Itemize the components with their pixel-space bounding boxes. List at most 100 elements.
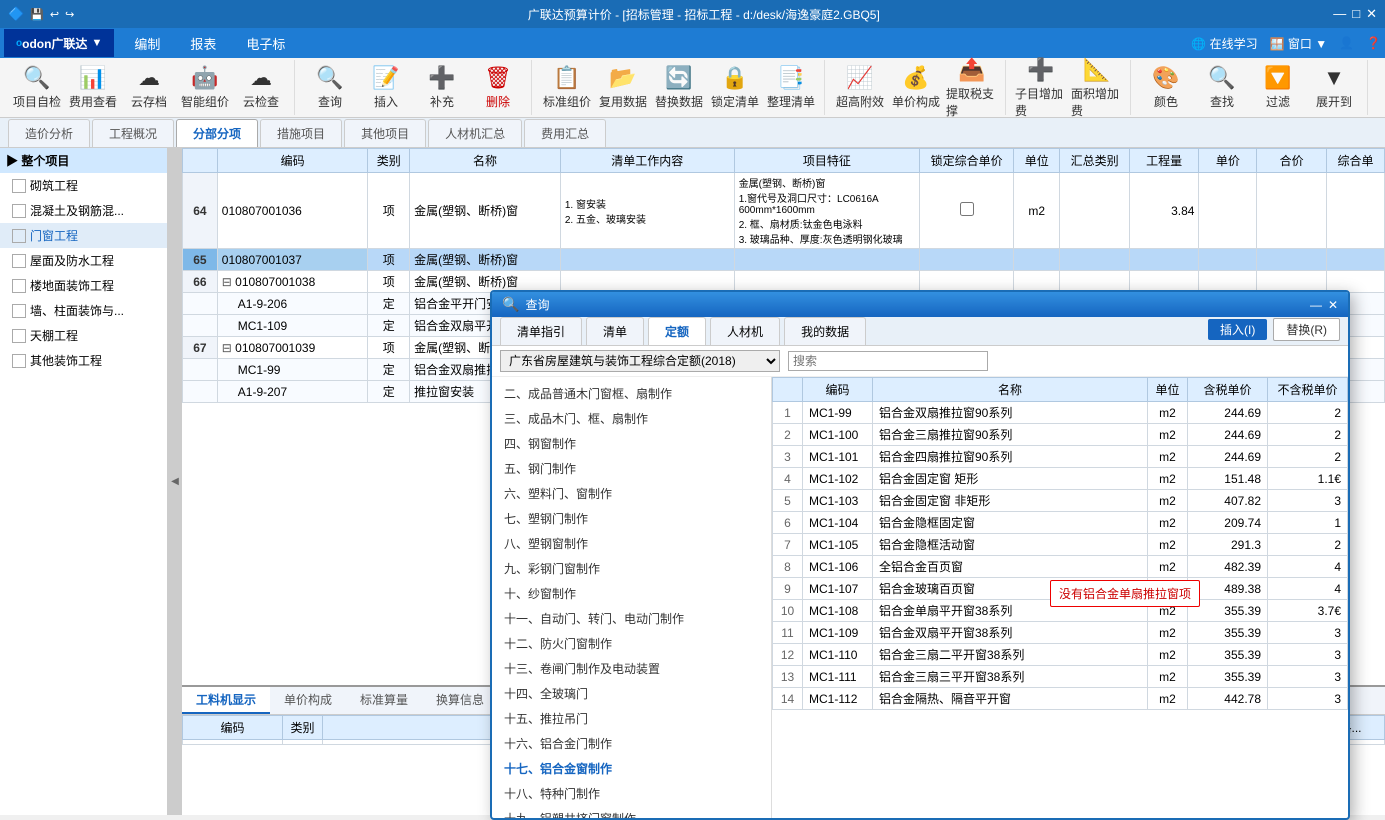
dialog-row-code: MC1-112 (803, 688, 873, 710)
dialog-row-no: 3 (773, 446, 803, 468)
dialog-row-no: 10 (773, 600, 803, 622)
dialog-row-code: MC1-109 (803, 622, 873, 644)
dialog-left-item[interactable]: 十六、铝合金门制作 (492, 731, 771, 756)
dialog-close-btn[interactable]: ✕ (1328, 298, 1338, 312)
dialog-row-name: 铝合金三扇三平开窗38系列 (873, 666, 1148, 688)
dialog-row-name: 铝合金双扇推拉窗90系列 (873, 402, 1148, 424)
dialog-table-row[interactable]: 8 MC1-106 全铝合金百页窗 m2 482.39 4 (773, 556, 1348, 578)
dialog-row-code: MC1-103 (803, 490, 873, 512)
dialog-row-name: 铝合金四扇推拉窗90系列 (873, 446, 1148, 468)
dialog-row-tax-price: 407.82 (1188, 490, 1268, 512)
dialog-left-item[interactable]: 十九、铝塑共挤门窗制作 (492, 806, 771, 818)
dialog-left-item[interactable]: 九、彩钢门窗制作 (492, 556, 771, 581)
dialog-row-tax-price: 244.69 (1188, 446, 1268, 468)
dialog-tab-materials[interactable]: 人材机 (710, 317, 780, 345)
dialog-row-no: 4 (773, 468, 803, 490)
dialog-search-toolbar: 广东省房屋建筑与装饰工程综合定额(2018) (492, 346, 1348, 377)
dialog-row-no: 7 (773, 534, 803, 556)
dialog-row-no: 14 (773, 688, 803, 710)
dialog-row-tax-price: 151.48 (1188, 468, 1268, 490)
dialog-left-item[interactable]: 十三、卷闸门制作及电动装置 (492, 656, 771, 681)
dialog-row-no: 8 (773, 556, 803, 578)
dialog-quota-table: 编码 名称 单位 含税单价 不含税单价 1 MC1-99 铝合金双扇推拉窗90系… (772, 377, 1348, 710)
dialog-tab-quota[interactable]: 定额 (648, 317, 706, 345)
dialog-left-item[interactable]: 十二、防火门窗制作 (492, 631, 771, 656)
dialog-overlay: 🔍 查询 — ✕ 清单指引 清单 定额 人材机 我的数据 插入(I) 替换(R)… (0, 0, 1385, 815)
dialog-quota-select[interactable]: 广东省房屋建筑与装饰工程综合定额(2018) (500, 350, 780, 372)
dialog-left-item[interactable]: 二、成品普通木门窗框、扇制作 (492, 381, 771, 406)
dialog-left-item[interactable]: 十四、全玻璃门 (492, 681, 771, 706)
dialog-row-no: 2 (773, 424, 803, 446)
dialog-title-bar: 🔍 查询 — ✕ (492, 292, 1348, 317)
dialog-row-code: MC1-110 (803, 644, 873, 666)
dialog-table-row[interactable]: 5 MC1-103 铝合金固定窗 非矩形 m2 407.82 3 (773, 490, 1348, 512)
dialog-row-code: MC1-106 (803, 556, 873, 578)
dialog-search-input[interactable] (788, 351, 988, 371)
dialog-row-name: 铝合金三扇二平开窗38系列 (873, 644, 1148, 666)
dialog-replace-btn[interactable]: 替换(R) (1273, 318, 1340, 341)
dialog-row-no: 9 (773, 578, 803, 600)
dialog-table-row[interactable]: 7 MC1-105 铝合金隐框活动窗 m2 291.3 2 (773, 534, 1348, 556)
dialog-row-unit: m2 (1148, 424, 1188, 446)
dialog-row-tax-price: 355.39 (1188, 622, 1268, 644)
dialog-row-notax-price: 2 (1268, 534, 1348, 556)
dialog-left-item[interactable]: 四、钢窗制作 (492, 431, 771, 456)
dialog-row-no: 1 (773, 402, 803, 424)
dialog-row-unit: m2 (1148, 556, 1188, 578)
dialog-col-unit: 单位 (1148, 378, 1188, 402)
dialog-left-item[interactable]: 六、塑料门、窗制作 (492, 481, 771, 506)
dialog-row-name: 全铝合金百页窗 (873, 556, 1148, 578)
dialog-row-tax-price: 482.39 (1188, 556, 1268, 578)
dialog-tab-list-guide[interactable]: 清单指引 (500, 317, 582, 345)
dialog-row-name: 铝合金固定窗 非矩形 (873, 490, 1148, 512)
dialog-tab-list[interactable]: 清单 (586, 317, 644, 345)
dialog-col-code: 编码 (803, 378, 873, 402)
dialog-row-notax-price: 3 (1268, 688, 1348, 710)
dialog-left-item[interactable]: 三、成品木门、框、扇制作 (492, 406, 771, 431)
dialog-row-name: 铝合金隐框固定窗 (873, 512, 1148, 534)
dialog-col-name: 名称 (873, 378, 1148, 402)
dialog-col-notax-price: 不含税单价 (1268, 378, 1348, 402)
dialog-col-no (773, 378, 803, 402)
dialog-row-notax-price: 3 (1268, 490, 1348, 512)
dialog-table-row[interactable]: 1 MC1-99 铝合金双扇推拉窗90系列 m2 244.69 2 (773, 402, 1348, 424)
dialog-row-unit: m2 (1148, 688, 1188, 710)
dialog-left-item-active[interactable]: 十七、铝合金窗制作 (492, 756, 771, 781)
dialog-row-name: 铝合金双扇平开窗38系列 (873, 622, 1148, 644)
dialog-row-tax-price: 244.69 (1188, 424, 1268, 446)
dialog-row-name: 铝合金三扇推拉窗90系列 (873, 424, 1148, 446)
dialog-row-unit: m2 (1148, 666, 1188, 688)
dialog-table-row[interactable]: 6 MC1-104 铝合金隐框固定窗 m2 209.74 1 (773, 512, 1348, 534)
dialog-table-row[interactable]: 3 MC1-101 铝合金四扇推拉窗90系列 m2 244.69 2 (773, 446, 1348, 468)
dialog-table-row[interactable]: 2 MC1-100 铝合金三扇推拉窗90系列 m2 244.69 2 (773, 424, 1348, 446)
dialog-table-row[interactable]: 11 MC1-109 铝合金双扇平开窗38系列 m2 355.39 3 (773, 622, 1348, 644)
dialog-row-tax-price: 244.69 (1188, 402, 1268, 424)
dialog-title-icon: 🔍 (502, 296, 519, 313)
query-dialog: 🔍 查询 — ✕ 清单指引 清单 定额 人材机 我的数据 插入(I) 替换(R)… (490, 290, 1350, 820)
dialog-row-unit: m2 (1148, 512, 1188, 534)
dialog-left-item[interactable]: 十八、特种门制作 (492, 781, 771, 806)
dialog-row-notax-price: 3 (1268, 622, 1348, 644)
dialog-row-unit: m2 (1148, 446, 1188, 468)
dialog-left-item[interactable]: 十五、推拉吊门 (492, 706, 771, 731)
dialog-tab-my-data[interactable]: 我的数据 (784, 317, 866, 345)
dialog-left-item[interactable]: 十、纱窗制作 (492, 581, 771, 606)
dialog-left-item[interactable]: 七、塑钢门制作 (492, 506, 771, 531)
dialog-left-item[interactable]: 十一、自动门、转门、电动门制作 (492, 606, 771, 631)
dialog-left-item[interactable]: 五、钢门制作 (492, 456, 771, 481)
dialog-row-tax-price: 355.39 (1188, 666, 1268, 688)
dialog-table-row[interactable]: 14 MC1-112 铝合金隔热、隔音平开窗 m2 442.78 3 (773, 688, 1348, 710)
dialog-row-code: MC1-100 (803, 424, 873, 446)
dialog-minimize-btn[interactable]: — (1310, 298, 1322, 312)
dialog-row-no: 12 (773, 644, 803, 666)
dialog-table-row[interactable]: 12 MC1-110 铝合金三扇二平开窗38系列 m2 355.39 3 (773, 644, 1348, 666)
dialog-insert-btn[interactable]: 插入(I) (1208, 319, 1267, 340)
dialog-table-row[interactable]: 4 MC1-102 铝合金固定窗 矩形 m2 151.48 1.1€ (773, 468, 1348, 490)
dialog-row-name: 铝合金隔热、隔音平开窗 (873, 688, 1148, 710)
dialog-left-menu: 二、成品普通木门窗框、扇制作 三、成品木门、框、扇制作 四、钢窗制作 五、钢门制… (492, 377, 772, 818)
dialog-table-row[interactable]: 13 MC1-111 铝合金三扇三平开窗38系列 m2 355.39 3 (773, 666, 1348, 688)
dialog-row-unit: m2 (1148, 468, 1188, 490)
dialog-left-item[interactable]: 八、塑钢窗制作 (492, 531, 771, 556)
dialog-row-unit: m2 (1148, 402, 1188, 424)
dialog-row-notax-price: 3 (1268, 644, 1348, 666)
